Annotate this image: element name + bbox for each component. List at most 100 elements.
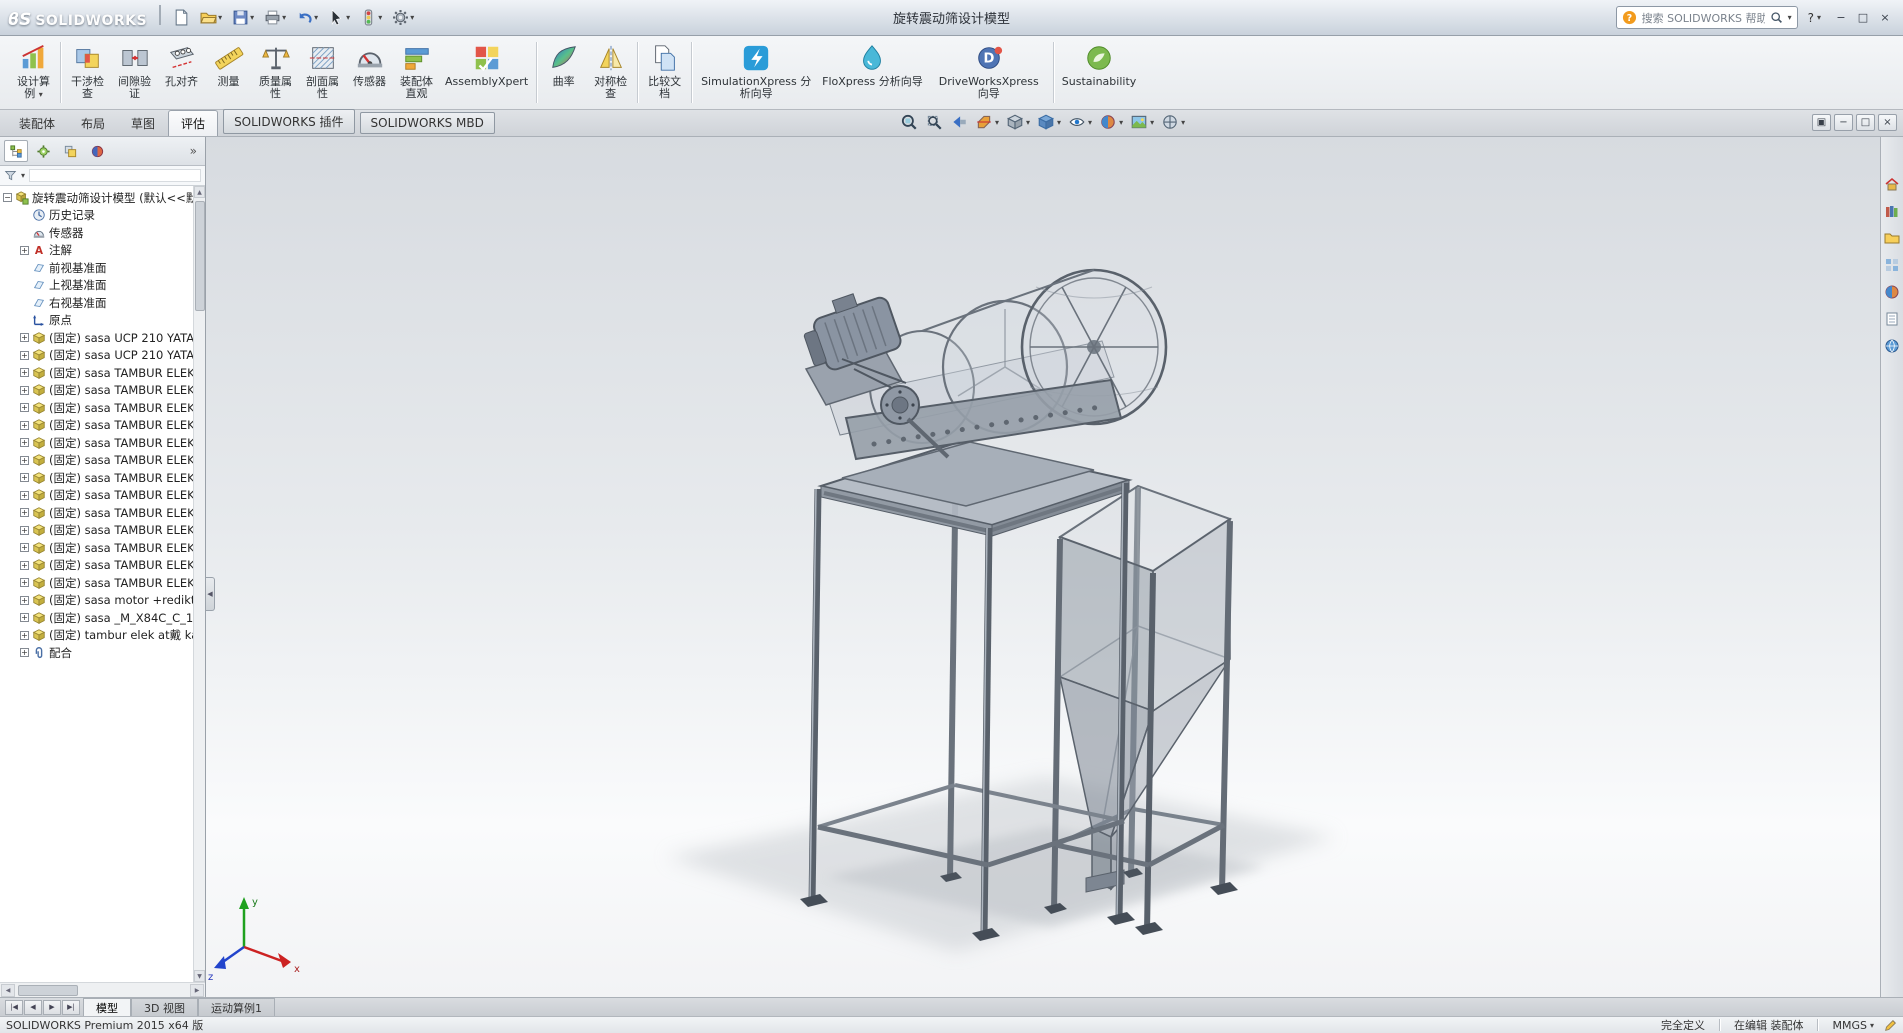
expand-icon[interactable]: + bbox=[20, 578, 29, 587]
tree-vertical-scrollbar[interactable]: ▲ ▼ bbox=[193, 186, 205, 982]
expand-icon[interactable]: + bbox=[20, 508, 29, 517]
ribbon-button-assemblyxpert[interactable]: AssemblyXpert bbox=[440, 38, 533, 107]
tree-item[interactable]: +(固定) sasa TAMBUR ELEK bbox=[0, 399, 193, 417]
search-box[interactable]: ? 搜索 SOLIDWORKS 帮助 ▾ bbox=[1616, 6, 1798, 29]
section-view-button[interactable]: ▾ bbox=[975, 113, 999, 131]
ribbon-button-curvature[interactable]: 曲率 bbox=[540, 38, 587, 107]
tree-item[interactable]: +(固定) sasa _M_X84C_C_16 bbox=[0, 609, 193, 627]
scrollbar-thumb[interactable] bbox=[195, 201, 205, 311]
tab-layout[interactable]: 布局 bbox=[68, 110, 118, 136]
ribbon-button-interference-check[interactable]: 干涉检查 bbox=[64, 38, 111, 107]
view-palette-button[interactable] bbox=[1883, 256, 1901, 274]
scroll-up-icon[interactable]: ▲ bbox=[194, 186, 205, 198]
expand-icon[interactable]: + bbox=[20, 561, 29, 570]
forum-button[interactable] bbox=[1883, 337, 1901, 355]
expand-icon[interactable]: + bbox=[20, 403, 29, 412]
expand-icon[interactable]: + bbox=[20, 368, 29, 377]
feature-manager-tab-button[interactable] bbox=[4, 140, 28, 162]
doc-tab-2[interactable]: 运动算例1 bbox=[198, 998, 275, 1016]
design-library-button[interactable] bbox=[1883, 202, 1901, 220]
tree-item[interactable]: +配合 bbox=[0, 644, 193, 662]
tree-root[interactable]: −旋转震动筛设计模型 (默认<<默 bbox=[0, 189, 193, 207]
tree-item[interactable]: +(固定) sasa TAMBUR ELEK bbox=[0, 504, 193, 522]
tree-item[interactable]: +(固定) tambur elek at戴 ka bbox=[0, 627, 193, 645]
ribbon-button-section-properties[interactable]: 剖面属性 bbox=[299, 38, 346, 107]
tree-item[interactable]: +(固定) sasa TAMBUR ELEK bbox=[0, 434, 193, 452]
tree-item[interactable]: +(固定) sasa TAMBUR ELEK bbox=[0, 574, 193, 592]
tree-item[interactable]: +(固定) sasa TAMBUR ELEK bbox=[0, 452, 193, 470]
help-button[interactable]: ? ▾ bbox=[1808, 11, 1821, 25]
expand-icon[interactable]: + bbox=[20, 473, 29, 482]
expand-icon[interactable]: + bbox=[20, 613, 29, 622]
scroll-left-icon[interactable]: ◀ bbox=[1, 984, 15, 997]
maximize-button[interactable]: □ bbox=[1853, 9, 1873, 27]
prev-tab-button[interactable]: ◀ bbox=[24, 1000, 42, 1015]
options-button[interactable]: ▾ bbox=[388, 6, 418, 29]
doc-tab-0[interactable]: 模型 bbox=[83, 998, 131, 1016]
ribbon-button-floxpress[interactable]: FloXpress 分析向导 bbox=[817, 38, 928, 107]
close-document-button[interactable]: × bbox=[1878, 114, 1897, 131]
tab-solidworks-mbd[interactable]: SOLIDWORKS MBD bbox=[360, 112, 495, 134]
expand-icon[interactable]: + bbox=[20, 386, 29, 395]
expand-icon[interactable]: + bbox=[20, 596, 29, 605]
solidworks-resources-button[interactable] bbox=[1883, 175, 1901, 193]
maximize-document-button[interactable]: □ bbox=[1856, 114, 1875, 131]
tree-item[interactable]: 传感器 bbox=[0, 224, 193, 242]
tree-item[interactable]: +(固定) sasa TAMBUR ELEK bbox=[0, 469, 193, 487]
feature-tree-filter[interactable]: ▾ bbox=[0, 166, 205, 186]
property-manager-tab-button[interactable] bbox=[31, 140, 55, 162]
zoom-fit-button[interactable] bbox=[900, 113, 918, 131]
ribbon-button-hole-alignment[interactable]: 孔对齐 bbox=[158, 38, 205, 107]
scroll-down-icon[interactable]: ▼ bbox=[194, 970, 205, 982]
tree-item[interactable]: +(固定) sasa TAMBUR ELEK bbox=[0, 522, 193, 540]
close-button[interactable]: × bbox=[1875, 9, 1895, 27]
expand-icon[interactable]: + bbox=[20, 333, 29, 342]
previous-view-button[interactable] bbox=[950, 113, 968, 131]
ribbon-button-sensor[interactable]: 传感器 bbox=[346, 38, 393, 107]
appearances-button[interactable] bbox=[1883, 283, 1901, 301]
zoom-area-button[interactable] bbox=[925, 113, 943, 131]
tree-horizontal-scrollbar[interactable]: ◀ ▶ bbox=[0, 982, 205, 997]
search-input[interactable]: 搜索 SOLIDWORKS 帮助 bbox=[1642, 10, 1765, 26]
expand-icon[interactable]: + bbox=[20, 648, 29, 657]
expand-icon[interactable]: + bbox=[20, 491, 29, 500]
tab-sketch[interactable]: 草图 bbox=[118, 110, 168, 136]
file-explorer-button[interactable] bbox=[1883, 229, 1901, 247]
tab-solidworks-addins[interactable]: SOLIDWORKS 插件 bbox=[223, 109, 354, 134]
select-button[interactable]: ▾ bbox=[324, 6, 354, 29]
units-selector[interactable]: MMGS ▾ bbox=[1832, 1019, 1874, 1032]
tree-item[interactable]: +(固定) sasa motor +redikt bbox=[0, 592, 193, 610]
tree-item[interactable]: 上视基准面 bbox=[0, 277, 193, 295]
expand-icon[interactable]: + bbox=[20, 246, 29, 255]
ribbon-button-sustainability[interactable]: Sustainability bbox=[1057, 38, 1141, 107]
quick-tips-icon[interactable] bbox=[1884, 1019, 1897, 1032]
tree-item[interactable]: +A注解 bbox=[0, 242, 193, 260]
ribbon-button-compare-documents[interactable]: 比较文档 bbox=[641, 38, 688, 107]
minimize-button[interactable]: − bbox=[1831, 9, 1851, 27]
display-style-button[interactable]: ▾ bbox=[1037, 113, 1061, 131]
new-document-button[interactable] bbox=[169, 6, 194, 29]
expand-icon[interactable]: + bbox=[20, 421, 29, 430]
ribbon-button-measure[interactable]: 测量 bbox=[205, 38, 252, 107]
ribbon-button-design-study[interactable]: 设计算例 ▾ bbox=[10, 38, 57, 107]
caret-down-icon[interactable]: ▾ bbox=[21, 171, 25, 180]
tree-item[interactable]: 右视基准面 bbox=[0, 294, 193, 312]
scroll-right-icon[interactable]: ▶ bbox=[190, 984, 204, 997]
ribbon-button-symmetry-check[interactable]: 对称检查 bbox=[587, 38, 634, 107]
expand-icon[interactable]: + bbox=[20, 438, 29, 447]
minimize-document-button[interactable]: − bbox=[1834, 114, 1853, 131]
view-settings-button[interactable]: ▾ bbox=[1161, 113, 1185, 131]
custom-properties-button[interactable] bbox=[1883, 310, 1901, 328]
ribbon-button-simulationxpress[interactable]: SimulationXpress 分析向导 bbox=[695, 38, 817, 107]
rebuild-button[interactable]: ▾ bbox=[356, 6, 386, 29]
apply-scene-button[interactable]: ▾ bbox=[1130, 113, 1154, 131]
more-tabs-button[interactable]: » bbox=[186, 144, 201, 158]
expand-icon[interactable]: + bbox=[20, 543, 29, 552]
tree-item[interactable]: +(固定) sasa TAMBUR ELEK bbox=[0, 364, 193, 382]
scrollbar-thumb[interactable] bbox=[18, 985, 78, 996]
ribbon-button-mass-properties[interactable]: 质量属性 bbox=[252, 38, 299, 107]
tab-evaluate[interactable]: 评估 bbox=[168, 110, 218, 136]
configuration-manager-tab-button[interactable] bbox=[58, 140, 82, 162]
doc-tab-1[interactable]: 3D 视图 bbox=[131, 998, 198, 1016]
expand-icon[interactable]: + bbox=[20, 351, 29, 360]
